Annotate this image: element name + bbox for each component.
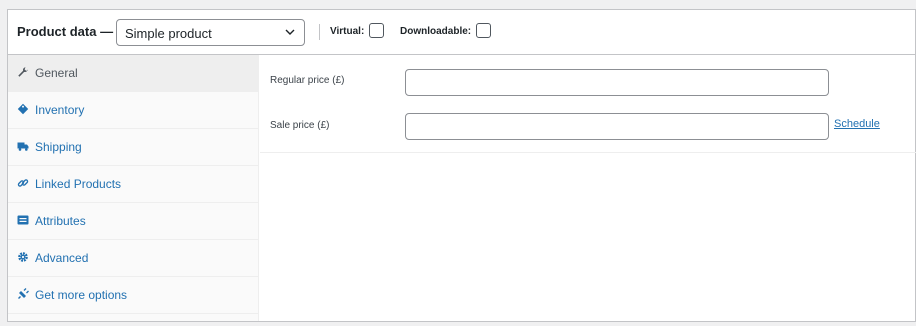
- general-fields: Regular price (£) Sale price (£) Schedul…: [260, 55, 916, 153]
- product-data-header: Product data — Simple product Virtual: D…: [8, 10, 915, 55]
- tab-advanced[interactable]: Advanced: [8, 240, 259, 277]
- tab-attributes-label: Attributes: [35, 214, 86, 228]
- product-data-panel: Product data — Simple product Virtual: D…: [7, 9, 916, 322]
- virtual-label: Virtual:: [330, 26, 365, 37]
- tab-linked-products[interactable]: Linked Products: [8, 166, 259, 203]
- truck-icon: [17, 142, 29, 151]
- regular-price-input[interactable]: [405, 69, 829, 96]
- product-data-tabs: General Inventory Shipping Linked Produc…: [8, 55, 259, 321]
- product-type-value: Simple product: [125, 26, 212, 41]
- tab-advanced-label: Advanced: [35, 251, 89, 265]
- virtual-checkbox[interactable]: [369, 23, 384, 38]
- product-type-select[interactable]: Simple product: [116, 19, 305, 46]
- list-icon: [17, 215, 29, 225]
- tab-general-label: General: [35, 66, 78, 80]
- tab-get-more-options[interactable]: Get more options: [8, 277, 259, 314]
- product-data-title: Product data —: [17, 24, 114, 39]
- wrench-icon: [18, 67, 28, 77]
- tab-linked-products-label: Linked Products: [35, 177, 122, 191]
- tab-inventory[interactable]: Inventory: [8, 92, 259, 129]
- sale-price-label: Sale price (£): [270, 120, 330, 131]
- tab-get-more-options-label: Get more options: [35, 288, 128, 302]
- tab-shipping[interactable]: Shipping: [8, 129, 259, 166]
- gear-icon: [18, 252, 28, 262]
- regular-price-label: Regular price (£): [270, 75, 345, 86]
- link-icon: [17, 179, 29, 187]
- plug-icon: [18, 288, 29, 299]
- tab-shipping-label: Shipping: [35, 140, 82, 154]
- tab-attributes[interactable]: Attributes: [8, 203, 259, 240]
- chevron-down-icon: [285, 29, 295, 35]
- schedule-link[interactable]: Schedule: [834, 118, 880, 130]
- tab-inventory-label: Inventory: [35, 103, 85, 117]
- sale-price-input[interactable]: [405, 113, 829, 140]
- downloadable-label: Downloadable:: [400, 26, 472, 37]
- tag-icon: [17, 103, 29, 115]
- header-separator: [319, 24, 320, 40]
- tab-general[interactable]: General: [8, 55, 259, 92]
- downloadable-checkbox[interactable]: [476, 23, 491, 38]
